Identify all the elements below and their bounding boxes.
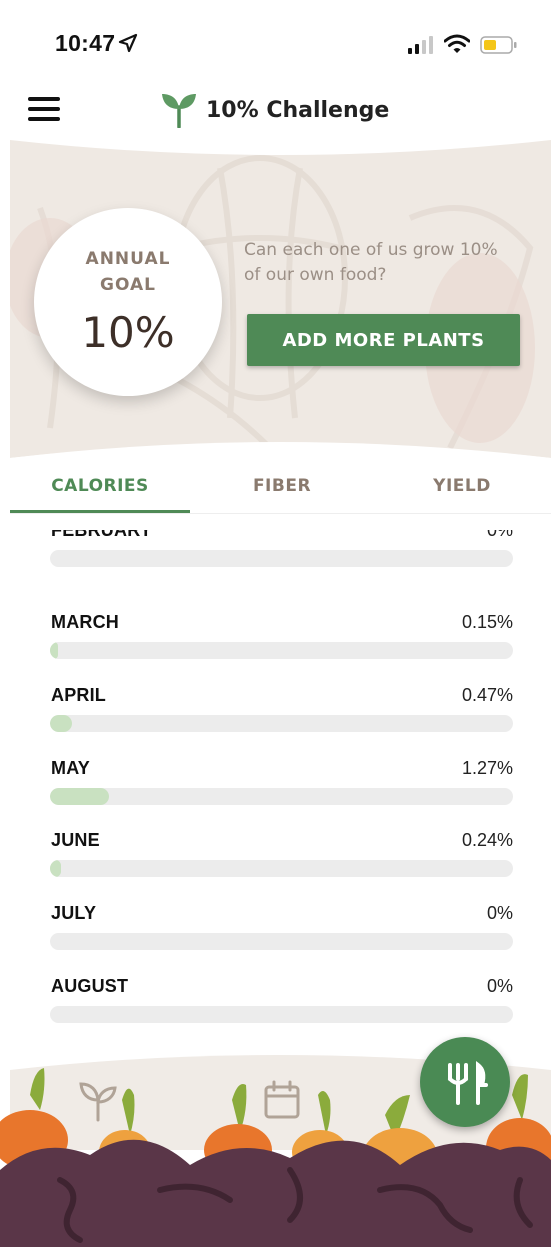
month-label: JULY: [51, 903, 97, 923]
tab-calories[interactable]: CALORIES: [10, 464, 190, 514]
month-percent: 0.47%: [461, 685, 513, 705]
wifi-icon: [444, 34, 470, 53]
challenge-question: Can each one of us grow 10% of our own f…: [244, 240, 498, 285]
status-bar: 10:47: [0, 0, 551, 80]
progress-track: [50, 550, 513, 567]
status-time: 10:47: [55, 30, 116, 56]
month-percent: 0.15%: [461, 612, 513, 632]
month-percent: 0%: [486, 530, 513, 540]
hamburger-menu-icon[interactable]: [28, 95, 60, 123]
list-item: APRIL 0.47%: [50, 685, 513, 758]
month-label: MARCH: [51, 612, 119, 632]
progress-fill: [50, 642, 58, 659]
list-item: FEBRUARY 0%: [50, 530, 513, 593]
meals-fab-button[interactable]: [420, 1037, 510, 1127]
list-item: MARCH 0.15%: [50, 612, 513, 685]
month-label: APRIL: [51, 685, 106, 705]
location-arrow-icon: [118, 33, 138, 53]
month-label: AUGUST: [51, 976, 129, 996]
progress-fill: [50, 860, 62, 877]
tab-yield[interactable]: YIELD: [372, 464, 551, 514]
progress-track: [50, 715, 513, 732]
annual-goal-circle: ANNUAL GOAL 10%: [34, 208, 222, 396]
list-item: MAY 1.27%: [50, 758, 513, 831]
list-item: JUNE 0.24%: [50, 830, 513, 903]
month-label: MAY: [51, 758, 90, 778]
list-item: JULY 0%: [50, 903, 513, 976]
month-label: FEBRUARY: [51, 530, 152, 540]
month-label: JUNE: [51, 830, 100, 850]
progress-track: [50, 642, 513, 659]
progress-track: [50, 860, 513, 877]
cellular-signal-icon: [408, 36, 433, 54]
fork-knife-icon: [448, 1060, 488, 1105]
progress-track: [50, 933, 513, 950]
battery-icon: [480, 36, 517, 54]
page-title: 10% Challenge: [206, 97, 390, 123]
progress-track: [50, 1006, 513, 1023]
metric-tabs: CALORIES FIBER YIELD: [10, 464, 551, 514]
month-percent: 1.27%: [461, 758, 513, 778]
month-percent: 0.24%: [461, 830, 513, 850]
monthly-progress-list[interactable]: FEBRUARY 0% MARCH 0.15% APRIL 0.47% MAY …: [0, 530, 551, 1050]
annual-goal-label: ANNUAL GOAL: [85, 249, 171, 295]
annual-goal-value: 10%: [81, 308, 175, 357]
brand: 10% Challenge: [160, 90, 389, 130]
tab-fiber[interactable]: FIBER: [192, 464, 372, 514]
add-more-plants-button[interactable]: ADD MORE PLANTS: [247, 314, 520, 366]
progress-fill: [50, 788, 109, 805]
month-percent: 0%: [486, 976, 513, 996]
month-percent: 0%: [486, 903, 513, 923]
progress-fill: [50, 715, 72, 732]
progress-track: [50, 788, 513, 805]
sprout-logo-icon: [162, 94, 196, 129]
hero-banner: ANNUAL GOAL 10% Can each one of us grow …: [10, 128, 551, 468]
